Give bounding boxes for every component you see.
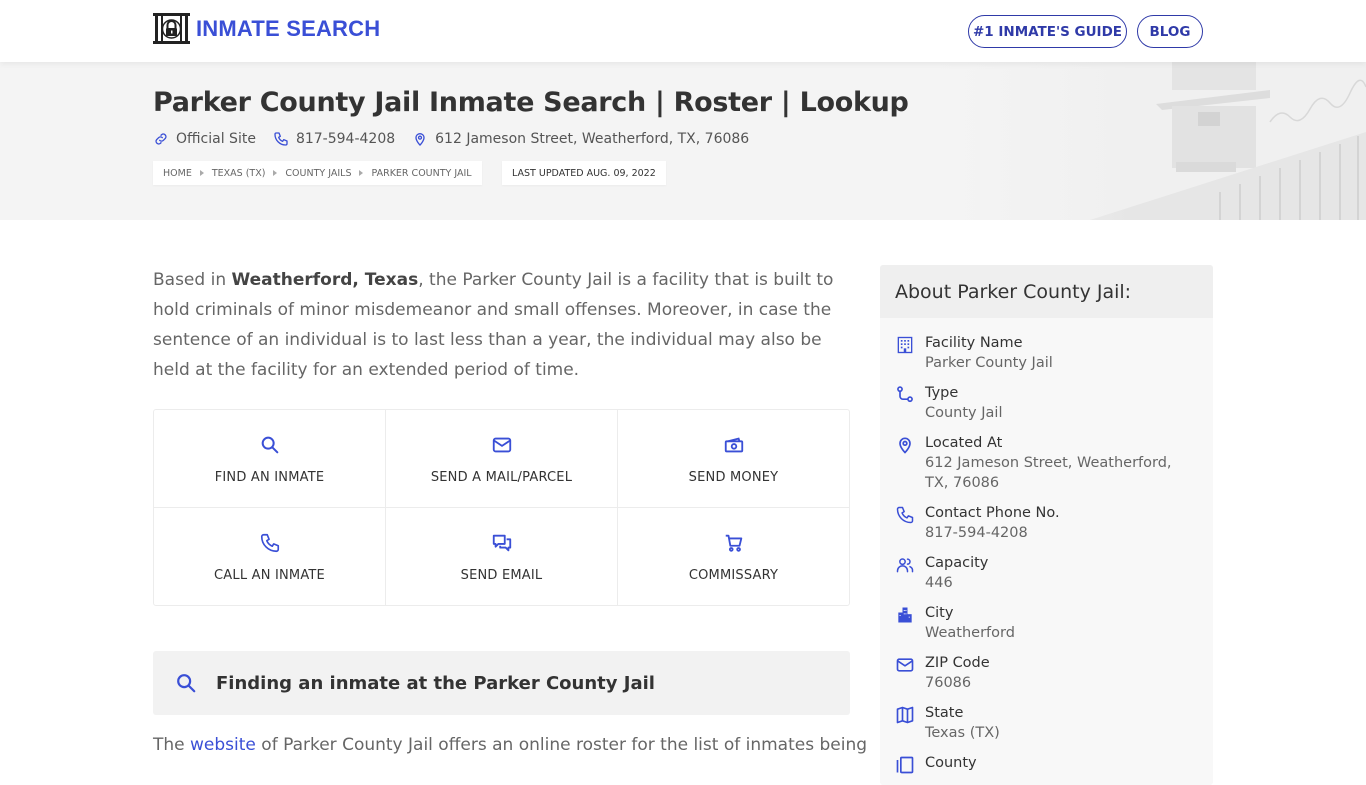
detail-label: Located At (925, 435, 1003, 451)
location-pin-icon (415, 133, 425, 146)
breadcrumb-separator-icon (199, 170, 204, 176)
send-email-label: SEND EMAIL (460, 568, 543, 583)
finding-inmate-section-header: Finding an inmate at the Parker County J… (153, 651, 850, 715)
mail-icon (896, 658, 914, 672)
commissary-tile[interactable]: COMMISSARY (618, 508, 849, 605)
cart-icon (725, 534, 742, 552)
detail-zip-code: ZIP Code 76086 (880, 653, 1213, 693)
last-updated-badge: LAST UPDATED AUG. 09, 2022 (502, 161, 666, 185)
detail-label: Type (925, 385, 959, 401)
intro-prefix: Based in (153, 270, 232, 290)
breadcrumb-parker-county-jail[interactable]: PARKER COUNTY JAIL (371, 168, 471, 179)
money-icon (724, 437, 743, 453)
address-text: 612 Jameson Street, Weatherford, TX, 760… (435, 131, 750, 147)
detail-value: 446 (925, 575, 953, 591)
about-facility-card: About Parker County Jail: Facility Name P… (880, 265, 1213, 785)
detail-value: 817-594-4208 (925, 525, 1028, 541)
location-pin-icon (899, 437, 911, 454)
detail-label: County (925, 755, 977, 771)
detail-label: Capacity (925, 555, 989, 571)
facility-details-list: Facility Name Parker County Jail Type Coun… (880, 318, 1213, 775)
detail-value: Weatherford (925, 625, 1015, 641)
detail-value: Parker County Jail (925, 355, 1053, 371)
send-email-tile[interactable]: SEND EMAIL (386, 508, 618, 605)
detail-label: Contact Phone No. (925, 505, 1060, 521)
phone-number: 817-594-4208 (295, 131, 396, 147)
users-icon (896, 558, 914, 573)
breadcrumb-texas[interactable]: TEXAS (TX) (212, 168, 266, 179)
about-card-title: About Parker County Jail: (880, 265, 1213, 318)
logo-text: INMATE SEARCH (196, 15, 381, 41)
action-grid: FIND AN INMATE SEND A MAIL/PARCEL SEND M… (153, 409, 850, 606)
intro-location: Weatherford, Texas (231, 270, 419, 290)
phone-link[interactable]: 817-594-4208 (273, 131, 395, 147)
search-icon (261, 436, 278, 454)
detail-label: State (925, 705, 964, 721)
detail-label: Facility Name (925, 335, 1023, 351)
detail-value: 612 Jameson Street, Weatherford, TX, 760… (925, 455, 1172, 491)
mail-icon (492, 437, 511, 453)
website-link[interactable]: website (190, 735, 256, 755)
send-money-tile[interactable]: SEND MONEY (618, 410, 849, 508)
building-icon (897, 336, 913, 354)
intro-paragraph: Based in Weatherford, Texas, the Parker … (153, 265, 853, 385)
detail-value: Texas (TX) (925, 725, 1000, 741)
logo-link[interactable]: INMATE SEARCH (153, 13, 380, 44)
call-inmate-tile[interactable]: CALL AN INMATE (154, 508, 386, 605)
page-title: Parker County Jail Inmate Search | Roste… (153, 87, 909, 118)
top-navbar: INMATE SEARCH #1 INMATE'S GUIDE BLOG (0, 0, 1366, 62)
breadcrumb-separator-icon (359, 170, 364, 176)
breadcrumb-separator-icon (273, 170, 278, 176)
commissary-label: COMMISSARY (688, 568, 779, 583)
roster-paragraph: The website of Parker County Jail offers… (153, 730, 867, 760)
detail-label: ZIP Code (925, 655, 990, 671)
send-mail-label: SEND A MAIL/PARCEL (430, 470, 573, 485)
breadcrumb: HOME TEXAS (TX) COUNTY JAILS PARKER COUN… (153, 161, 482, 185)
detail-located-at: Located At 612 Jameson Street, Weatherfor… (880, 433, 1213, 493)
map-icon (896, 706, 914, 724)
call-inmate-label: CALL AN INMATE (214, 568, 325, 583)
jail-lock-logo-icon (153, 13, 190, 44)
route-icon (897, 386, 913, 403)
section-title: Finding an inmate at the Parker County J… (216, 672, 655, 694)
inmates-guide-button[interactable]: #1 INMATE'S GUIDE (968, 15, 1127, 48)
detail-capacity: Capacity 446 (880, 553, 1213, 593)
chat-icon (492, 534, 511, 552)
address-link[interactable]: 612 Jameson Street, Weatherford, TX, 760… (412, 131, 749, 147)
detail-value: 76086 (925, 675, 972, 691)
facility-meta-row: Official Site 817-594-4208 612 Jameson S… (153, 131, 766, 147)
detail-state: State Texas (TX) (880, 703, 1213, 743)
official-site-link[interactable]: Official Site (153, 131, 256, 147)
detail-type: Type County Jail (880, 383, 1213, 423)
find-inmate-label: FIND AN INMATE (214, 470, 325, 485)
detail-county: County (880, 753, 1213, 775)
search-icon (177, 674, 196, 693)
breadcrumb-county-jails[interactable]: COUNTY JAILS (285, 168, 351, 179)
prison-watchtower-illustration (940, 62, 1366, 220)
phone-icon (274, 132, 288, 146)
blog-button[interactable]: BLOG (1137, 15, 1203, 48)
roster-suffix: of Parker County Jail offers an online r… (255, 735, 868, 755)
link-icon (155, 133, 167, 145)
detail-facility-name: Facility Name Parker County Jail (880, 333, 1213, 373)
detail-value: County Jail (925, 405, 1003, 421)
phone-icon (896, 506, 914, 524)
official-site-label: Official Site (176, 131, 256, 147)
phone-icon (260, 533, 279, 553)
send-money-label: SEND MONEY (688, 470, 779, 485)
find-inmate-tile[interactable]: FIND AN INMATE (154, 410, 386, 508)
hero-banner: Parker County Jail Inmate Search | Roste… (0, 62, 1366, 220)
detail-city: City Weatherford (880, 603, 1213, 643)
city-icon (898, 607, 912, 623)
detail-label: City (925, 605, 954, 621)
roster-prefix: The (153, 735, 191, 755)
detail-contact-phone: Contact Phone No. 817-594-4208 (880, 503, 1213, 543)
book-icon (896, 756, 914, 774)
breadcrumb-home[interactable]: HOME (163, 168, 192, 179)
send-mail-tile[interactable]: SEND A MAIL/PARCEL (386, 410, 618, 508)
